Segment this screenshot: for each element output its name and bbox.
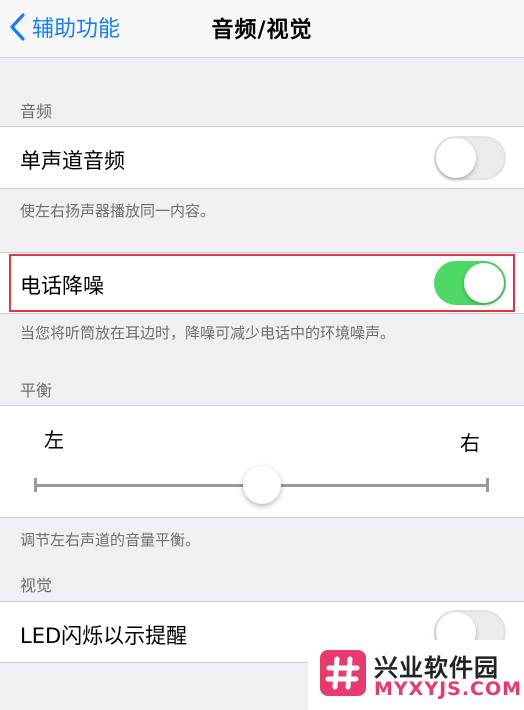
toggle-knob xyxy=(436,138,476,178)
section-header-audio: 音频 xyxy=(20,102,53,121)
cell-phone-noise-cancellation: 电话降噪 xyxy=(0,252,524,314)
page-title: 音频/视觉 xyxy=(211,18,313,43)
led-flash-label: LED闪烁以示提醒 xyxy=(20,624,188,648)
mono-audio-toggle[interactable] xyxy=(434,136,506,180)
mono-audio-note: 使左右扬声器播放同一内容。 xyxy=(20,202,216,220)
mono-audio-label: 单声道音频 xyxy=(20,149,125,173)
phone-noise-toggle[interactable] xyxy=(434,261,506,305)
cell-mono-audio: 单声道音频 xyxy=(0,126,524,189)
watermark-url: MYXYJS.COM xyxy=(374,678,523,700)
section-header-visual: 视觉 xyxy=(20,576,53,595)
balance-left-label: 左 xyxy=(44,428,64,452)
toggle-knob xyxy=(464,263,504,303)
balance-note: 调节左右声道的音量平衡。 xyxy=(20,531,201,549)
section-header-balance: 平衡 xyxy=(20,381,53,400)
slider-tick-left xyxy=(34,478,37,492)
balance-right-label: 右 xyxy=(460,431,480,455)
balance-slider-thumb[interactable] xyxy=(243,466,281,504)
slider-tick-right xyxy=(486,478,489,492)
navigation-bar: 辅助功能 音频/视觉 xyxy=(0,0,524,58)
phone-noise-label: 电话降噪 xyxy=(20,274,104,298)
watermark-logo-icon xyxy=(320,650,366,696)
phone-noise-note: 当您将听筒放在耳边时，降噪可减少电话中的环境噪声。 xyxy=(20,324,396,342)
watermark: 兴业软件园 MYXYJS.COM xyxy=(308,640,524,710)
